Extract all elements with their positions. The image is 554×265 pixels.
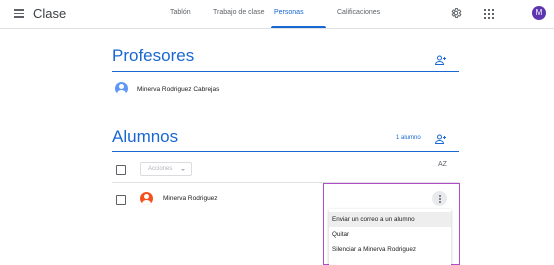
dropdown-caret-icon — [181, 169, 185, 171]
teachers-heading: Profesores — [112, 46, 195, 65]
active-tab-indicator — [271, 26, 326, 28]
settings-gear-icon[interactable] — [450, 7, 462, 19]
tab-classwork[interactable]: Trabajo de clase — [213, 9, 265, 16]
menu-item-mute[interactable]: Silenciar a Minerva Rodriguez — [329, 242, 451, 257]
teacher-avatar — [115, 82, 128, 95]
apps-grid-icon[interactable] — [484, 9, 494, 19]
tab-grades[interactable]: Calificaciones — [337, 9, 380, 16]
tab-stream[interactable]: Tablón — [170, 9, 191, 16]
students-heading: Alumnos — [112, 127, 179, 146]
add-teacher-icon[interactable] — [435, 55, 447, 65]
more-options-icon[interactable] — [432, 191, 447, 206]
sort-az-icon[interactable]: AZ — [438, 161, 447, 168]
account-avatar[interactable]: M — [532, 6, 546, 20]
teachers-divider — [112, 71, 459, 72]
menu-item-email-student[interactable]: Enviar un correo a un alumno — [329, 212, 451, 227]
teacher-name[interactable]: Minerva Rodriguez Cabrejas — [137, 86, 219, 93]
main-menu-icon[interactable] — [14, 9, 24, 18]
student-avatar — [140, 192, 153, 205]
students-divider — [112, 151, 459, 152]
menu-item-remove[interactable]: Quitar — [329, 227, 451, 242]
student-checkbox[interactable] — [116, 195, 126, 205]
student-name[interactable]: Minerva Rodriguez — [163, 195, 218, 202]
student-count: 1 alumno — [396, 135, 421, 141]
invite-student-icon[interactable] — [435, 134, 447, 144]
select-all-checkbox[interactable] — [116, 165, 126, 175]
actions-label: Acciones — [148, 166, 173, 172]
student-context-menu: Enviar un correo a un alumno Quitar Sile… — [329, 209, 451, 265]
class-title[interactable]: Clase — [33, 6, 66, 21]
actions-dropdown[interactable]: Acciones — [140, 162, 192, 176]
tab-people[interactable]: Personas — [274, 9, 304, 16]
